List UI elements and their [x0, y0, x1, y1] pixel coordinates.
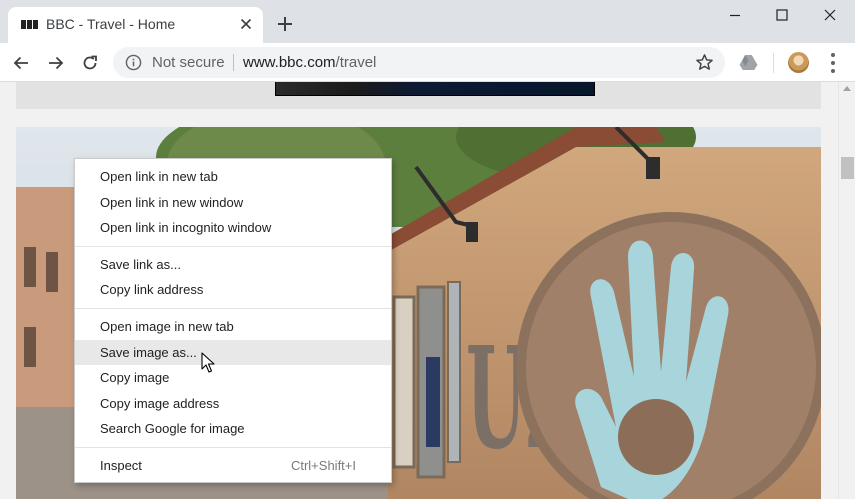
browser-toolbar: Not secure www.bbc.com/travel — [0, 43, 855, 82]
plus-icon[interactable] — [276, 15, 294, 33]
tab-title: BBC - Travel - Home — [46, 16, 176, 32]
arrow-right-icon — [49, 56, 64, 70]
close-window-button[interactable] — [807, 0, 853, 30]
forward-button[interactable] — [43, 50, 69, 76]
menu-item-open-link-new-tab[interactable]: Open link in new tab — [75, 164, 391, 190]
menu-item-open-image-new-tab[interactable]: Open image in new tab — [75, 314, 391, 340]
reload-button[interactable] — [77, 50, 103, 76]
star-icon[interactable] — [695, 53, 714, 72]
menu-item-open-link-incognito[interactable]: Open link in incognito window — [75, 215, 391, 241]
bbc-logo-icon — [21, 20, 38, 29]
tab-strip: BBC - Travel - Home — [0, 0, 855, 43]
menu-separator — [75, 446, 391, 448]
address-bar[interactable]: Not secure www.bbc.com/travel — [113, 47, 725, 78]
menu-item-copy-link-address[interactable]: Copy link address — [75, 277, 391, 303]
url-text[interactable]: www.bbc.com/travel — [243, 54, 376, 71]
arrow-left-icon — [13, 56, 28, 70]
vertical-scrollbar[interactable] — [838, 82, 855, 499]
close-icon — [824, 9, 836, 21]
menu-separator — [75, 245, 391, 247]
close-icon[interactable] — [238, 16, 254, 32]
menu-item-open-link-new-window[interactable]: Open link in new window — [75, 190, 391, 216]
url-path: /travel — [335, 54, 377, 71]
ad-banner — [16, 82, 821, 109]
ad-image[interactable] — [275, 82, 595, 96]
scrollbar-thumb[interactable] — [841, 157, 854, 179]
menu-item-inspect[interactable]: Inspect Ctrl+Shift+I — [75, 453, 391, 479]
maximize-button[interactable] — [759, 0, 805, 30]
reload-icon — [83, 55, 97, 70]
google-drive-icon[interactable] — [739, 54, 758, 71]
minimize-button[interactable] — [712, 0, 758, 30]
divider — [233, 54, 234, 71]
menu-item-search-google-for-image[interactable]: Search Google for image — [75, 416, 391, 442]
minimize-icon — [730, 14, 740, 17]
maximize-icon — [776, 9, 788, 21]
keyboard-shortcut: Ctrl+Shift+I — [290, 457, 356, 473]
browser-tab[interactable]: BBC - Travel - Home — [8, 7, 263, 43]
menu-item-save-image-as[interactable]: Save image as... — [75, 339, 391, 366]
menu-item-label: Inspect — [100, 457, 142, 473]
mouse-pointer-icon — [201, 352, 215, 373]
menu-item-save-link-as[interactable]: Save link as... — [75, 252, 391, 278]
security-status[interactable]: Not secure — [152, 54, 225, 71]
divider — [773, 53, 774, 73]
info-icon[interactable] — [125, 54, 142, 71]
menu-item-copy-image[interactable]: Copy image — [75, 365, 391, 391]
three-dots-vertical-icon[interactable] — [826, 53, 840, 73]
menu-item-copy-image-address[interactable]: Copy image address — [75, 391, 391, 417]
scroll-up-icon[interactable] — [843, 86, 851, 91]
url-host: www.bbc.com — [243, 54, 336, 71]
avatar[interactable] — [788, 52, 809, 73]
menu-separator — [75, 307, 391, 309]
context-menu: Open link in new tab Open link in new wi… — [74, 158, 392, 483]
back-button[interactable] — [8, 50, 34, 76]
